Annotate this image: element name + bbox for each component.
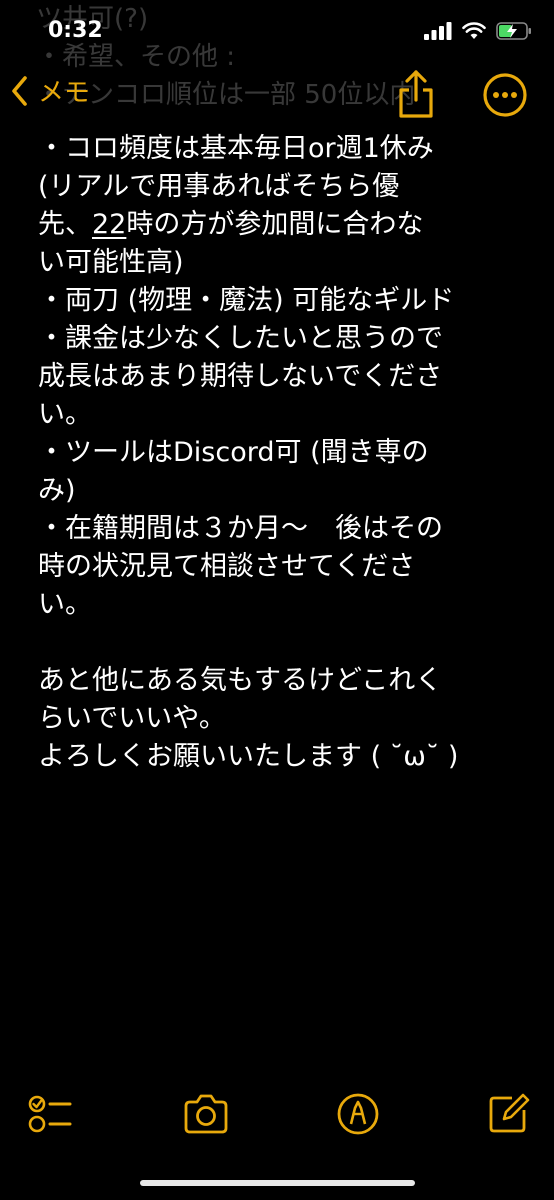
note-text: 時の方が参加間に合わな [126, 209, 424, 240]
nav-bar: メモ [0, 62, 554, 132]
chevron-left-icon [12, 75, 27, 106]
share-button[interactable] [394, 68, 438, 120]
note-line: ・コロ頻度は基本毎日or週1休み [38, 133, 434, 164]
note-line: よろしくお願いいたします ( ˘ω˘ ) [38, 741, 459, 772]
note-line: あと他にある気もするけどこれく [38, 665, 443, 696]
camera-button[interactable] [182, 1092, 228, 1136]
note-line: い。 [38, 399, 92, 430]
back-label: メモ [38, 78, 91, 108]
note-text: 先、 [38, 209, 92, 240]
battery-charging-icon [496, 22, 531, 40]
status-bar: 0:32 [0, 0, 554, 66]
home-indicator[interactable] [140, 1180, 415, 1186]
note-line: ・在籍期間は３か月～ 後はその [38, 513, 443, 544]
markup-button[interactable] [336, 1092, 380, 1136]
note-line: らいでいいや。 [38, 703, 226, 734]
checklist-button[interactable] [28, 1092, 72, 1136]
markup-icon [337, 1093, 379, 1135]
camera-icon [184, 1094, 228, 1134]
status-time: 0:32 [48, 18, 103, 43]
note-line: 成長はあまり期待しないでくださ [38, 361, 443, 392]
underlined-number: 22 [92, 209, 127, 240]
more-icon [483, 73, 527, 117]
note-line: ・ツールはDiscord可 (聞き専の [38, 437, 429, 468]
share-icon [399, 70, 433, 118]
note-line: み) [38, 475, 76, 506]
wifi-icon [462, 22, 486, 39]
compose-button[interactable] [486, 1092, 530, 1136]
note-line: 先、22時の方が参加間に合わな [38, 206, 534, 244]
back-button[interactable]: メモ [10, 72, 90, 109]
status-icons [424, 22, 532, 40]
note-line: い。 [38, 589, 92, 620]
note-line: ・両刀 (物理・魔法) 可能なギルド [38, 285, 455, 316]
signal-icon [424, 22, 452, 40]
checklist-icon [28, 1095, 72, 1133]
bottom-toolbar [0, 1078, 554, 1148]
note-line: 時の状況見て相談させてくださ [38, 551, 416, 582]
compose-icon [489, 1093, 530, 1133]
note-body[interactable]: ・コロ頻度は基本毎日or週1休み (リアルで用事あればそちら優 先、22時の方が… [38, 130, 534, 776]
note-line: (リアルで用事あればそちら優 [38, 171, 400, 202]
more-button[interactable] [482, 72, 528, 118]
note-line: い可能性高) [38, 247, 184, 278]
note-line: ・課金は少なくしたいと思うので [38, 323, 443, 354]
